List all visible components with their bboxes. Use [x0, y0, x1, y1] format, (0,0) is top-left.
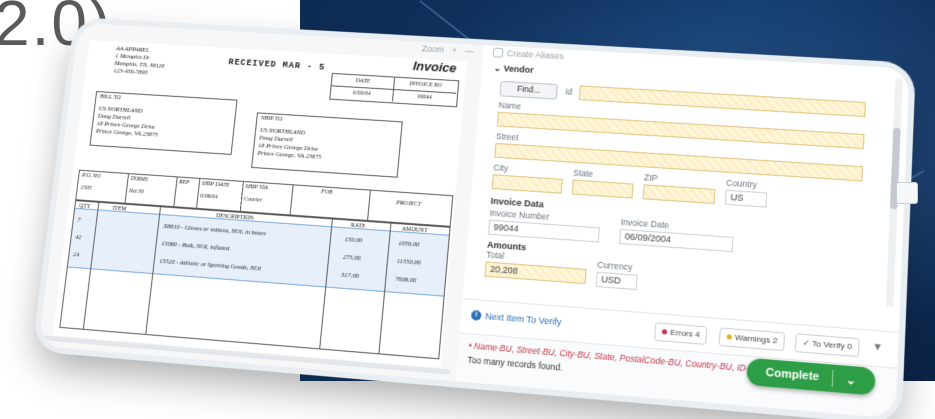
invoice-image: AA APPAREL 1 Memphis Dr Memphis, TN, 381… [52, 40, 467, 368]
vendor-country-field[interactable]: US [724, 189, 768, 208]
zoom-in-button[interactable]: + [451, 45, 457, 55]
bill-to-label: BILL TO [99, 94, 122, 102]
ship-date-header: SHIP DATE [201, 181, 230, 189]
ship-to-box: SHIP TO US NORTHLAND Doug Darrell 18 Pri… [251, 112, 403, 178]
country-label: Country [725, 177, 758, 190]
vendor-header-label: Vendor [503, 63, 535, 75]
fob-header: FOB [320, 189, 333, 196]
zoom-out-button[interactable]: — [464, 46, 474, 56]
city-label: City [493, 162, 509, 174]
zip-label: ZIP [643, 172, 658, 184]
warnings-label: Warnings 2 [734, 332, 778, 346]
line-items-table: QTY ITEM DESCRIPTION RATE AMOUNT 7 X8810… [59, 200, 451, 360]
desc-cell: X8810 - Gloves or mittens, NOI, in boxes [163, 222, 267, 238]
name-label: Name [498, 100, 522, 112]
state-label: State [572, 167, 594, 179]
chevron-down-icon[interactable]: ⌄ [846, 373, 857, 387]
rate-header: RATE [350, 222, 366, 230]
filter-icon[interactable]: ▼ [872, 341, 883, 353]
vendor-section-header[interactable]: ⌄ Vendor [493, 63, 534, 76]
chevron-down-icon: ⌄ [493, 63, 502, 74]
verification-form: Create Aliases ⌄ Vendor Find... Id Name … [455, 45, 910, 419]
qty-cell: 7 [77, 216, 81, 224]
amount-cell: 11550.00 [396, 257, 421, 267]
description-header: DESCRIPTION [215, 213, 254, 222]
ship-via-header: SHIP VIA [244, 183, 269, 192]
create-aliases-label: Create Aliases [506, 48, 565, 62]
next-item-link[interactable]: i Next Item To Verify [470, 309, 562, 328]
error-dot-icon [661, 329, 668, 335]
vendor-city-field[interactable] [491, 174, 563, 194]
received-stamp: RECEIVED MAR - 5 [227, 57, 326, 73]
zoom-label: Zoom [421, 43, 445, 55]
split-divider [831, 369, 834, 387]
invoice-header-table: DATE INVOICE NO 6/09/04 99044 [329, 72, 460, 108]
vendor-state-field[interactable] [571, 179, 634, 199]
rep-header: REP [178, 179, 190, 186]
invoice-number-field[interactable]: 99044 [487, 219, 600, 243]
po-header: P.O. NO [81, 172, 101, 180]
invoice-no-value: 99044 [416, 94, 433, 101]
currency-field[interactable]: USD [595, 271, 638, 291]
invoice-date-label: Invoice Date [620, 216, 670, 231]
document-viewer: Zoom + — AA APPAREL 1 Memphis Dr Memphis… [38, 22, 485, 382]
bill-to-box: BILL TO US NORTHLAND Doug Darrell 18 Pri… [89, 91, 238, 155]
total-field[interactable]: 20,208 [484, 261, 587, 285]
terms-header: TERMS [129, 176, 149, 184]
qty-cell: 24 [72, 251, 80, 259]
zoom-toolbar: Zoom + — [421, 44, 474, 56]
errors-filter[interactable]: Errors 4 [654, 322, 708, 346]
info-icon: i [470, 309, 482, 321]
total-label: Total [485, 249, 505, 261]
to-verify-filter[interactable]: ✓ To Verify 0 [794, 333, 860, 358]
rate-cell: 150.00 [344, 236, 363, 245]
vendor-name-field[interactable] [496, 111, 865, 150]
warning-dot-icon [726, 334, 733, 340]
vendor-street-field[interactable] [494, 142, 864, 182]
id-label: Id [564, 86, 573, 97]
grid-view-icon[interactable] [896, 182, 918, 204]
to-verify-label: To Verify 0 [811, 338, 853, 352]
error-detail-message: Too many records found. [467, 354, 563, 373]
date-value: 6/09/04 [330, 86, 394, 102]
ship-via-value: Courier [243, 196, 263, 204]
desc-cell: 15080 - Bulk, NOI, inflated [161, 240, 230, 253]
app-window: Zoom + — AA APPAREL 1 Memphis Dr Memphis… [38, 22, 910, 419]
amount-cell: 7608.00 [394, 275, 417, 285]
next-item-label: Next Item To Verify [484, 311, 562, 328]
rate-cell: 317.00 [340, 271, 360, 280]
table-row: 42 15080 - Bulk, NOI, inflated 275.00 11… [72, 234, 447, 267]
amount-cell: 1050.00 [398, 240, 420, 249]
street-label: Street [495, 131, 519, 143]
check-icon: ✓ [802, 338, 813, 349]
create-aliases-checkbox[interactable] [492, 47, 504, 58]
qty-cell: 42 [74, 234, 82, 242]
company-address: AA APPAREL 1 Memphis Dr Memphis, TN, 381… [113, 45, 166, 78]
vendor-zip-field[interactable] [642, 184, 716, 205]
find-vendor-button[interactable]: Find... [499, 80, 558, 100]
desc-cell: 15520 - Athletic or Sporting Goods, NOI [159, 257, 262, 273]
table-row: 24 15520 - Athletic or Sporting Goods, N… [70, 251, 445, 284]
ship-date-value: 6/08/04 [199, 193, 218, 201]
create-aliases-option[interactable]: Create Aliases [492, 47, 565, 62]
rate-cell: 275.00 [342, 253, 361, 263]
invoice-date-field[interactable]: 06/09/2004 [619, 228, 734, 253]
errors-label: Errors 4 [669, 327, 701, 340]
qty-header: QTY [78, 203, 91, 210]
item-header: ITEM [112, 205, 127, 213]
invoice-doc-title: Invoice [412, 58, 458, 76]
amount-header: AMOUNT [401, 226, 428, 235]
currency-label: Currency [596, 259, 633, 273]
warnings-filter[interactable]: Warnings 2 [718, 327, 786, 352]
terms-value: Net 30 [128, 188, 144, 196]
ship-to-label: SHIP TO [260, 115, 283, 123]
po-value: 1505 [80, 185, 92, 192]
project-header: PROJECT [395, 200, 422, 208]
vendor-id-field[interactable] [578, 85, 866, 118]
